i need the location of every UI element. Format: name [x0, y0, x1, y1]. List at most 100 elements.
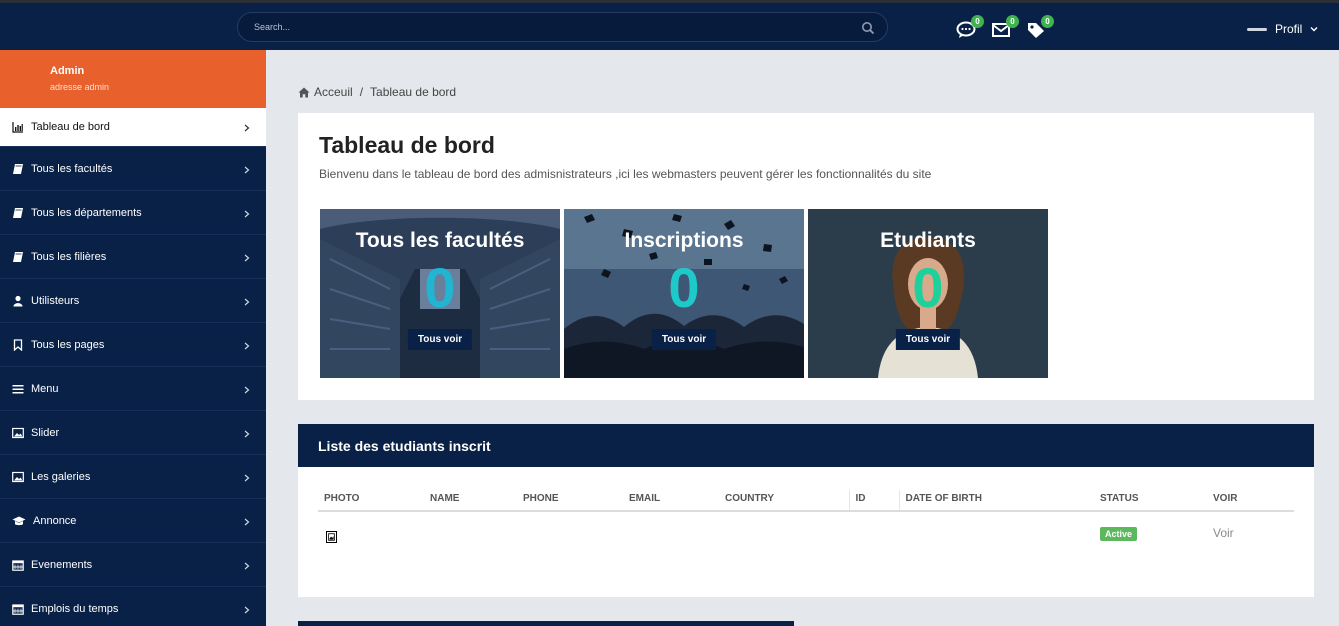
chevron-right-icon [244, 474, 250, 481]
card-title: Tous les facultés [355, 229, 525, 252]
column-header: COUNTRY [719, 490, 850, 512]
chevron-right-icon [244, 562, 250, 569]
photo-cell [318, 511, 424, 543]
column-header: PHOTO [318, 490, 424, 512]
sidebar-item-pages[interactable]: Tous les pages [0, 323, 266, 367]
page-title: Tableau de bord [319, 132, 495, 158]
students-panel: Liste des etudiants inscrit PHOTO NAME P… [298, 424, 1314, 597]
id-cell [849, 511, 899, 541]
card-count: 0 [912, 256, 944, 319]
card-view-all-button[interactable]: Tous voir [407, 329, 473, 350]
sidebar-item-annonce[interactable]: Annonce [0, 499, 266, 543]
messages-button[interactable]: 0 [956, 15, 984, 41]
sidebar-item-label: Evenements [31, 558, 93, 571]
card-view-all-button[interactable]: Tous voir [651, 329, 717, 350]
students-panel-title: Liste des etudiants inscrit [298, 424, 1314, 467]
bar-chart-icon [12, 122, 23, 133]
tags-button[interactable]: 0 [1026, 15, 1054, 41]
country-cell [719, 511, 849, 541]
column-header: STATUS [1094, 490, 1207, 512]
card-title: Inscriptions [624, 229, 744, 252]
profile-menu[interactable]: Profil [1247, 21, 1318, 37]
chevron-right-icon [244, 430, 250, 437]
breadcrumb-home[interactable]: Acceuil [314, 85, 353, 99]
column-header: PHONE [517, 490, 623, 512]
book-icon [13, 207, 23, 218]
card-etudiants: Etudiants 0 Tous voir [808, 209, 1048, 378]
status-cell: Active [1094, 511, 1207, 541]
column-header: VOIR [1207, 490, 1294, 512]
next-panel-header [298, 621, 794, 626]
chevron-right-icon [244, 124, 250, 132]
breadcrumb-current: Tableau de bord [370, 85, 457, 99]
students-table: PHOTO NAME PHONE EMAIL COUNTRY ID DATE O… [318, 490, 1294, 543]
card-view-all-button[interactable]: Tous voir [895, 329, 961, 350]
sidebar-item-utilisateurs[interactable]: Utilisteurs [0, 279, 266, 323]
profile-avatar-placeholder [1247, 27, 1267, 31]
graduation-cap-icon [12, 516, 26, 525]
home-icon [298, 87, 310, 97]
profile-label: Profil [1275, 22, 1303, 36]
page-description: Bienvenu dans le tableau de bord des adm… [319, 167, 932, 181]
sidebar: Admin adresse admin Tableau de bord Tous… [0, 50, 266, 626]
card-title: Etudiants [880, 229, 976, 252]
chevron-right-icon [244, 518, 250, 525]
mail-badge: 0 [1006, 15, 1019, 28]
user-panel: Admin adresse admin [0, 50, 266, 108]
sidebar-item-evenements[interactable]: Evenements [0, 543, 266, 587]
card-facultes: Tous les facultés 0 Tous voir [320, 209, 560, 378]
sidebar-item-label: Tous les filières [31, 250, 107, 263]
sidebar-item-tableau-de-bord[interactable]: Tableau de bord [0, 108, 266, 147]
email-cell [623, 511, 719, 541]
sidebar-item-menu[interactable]: Menu [0, 367, 266, 411]
table-row: Active Voir [318, 511, 1294, 543]
sidebar-item-label: Annonce [33, 514, 77, 527]
search-icon[interactable] [861, 21, 875, 35]
breadcrumb-separator: / [359, 85, 364, 99]
broken-image-icon [326, 531, 337, 543]
mail-button[interactable]: 0 [991, 15, 1019, 41]
search-box [237, 12, 888, 42]
card-count: 0 [424, 256, 456, 319]
chevron-right-icon [244, 210, 250, 217]
name-cell [424, 511, 517, 541]
chevron-right-icon [244, 606, 250, 613]
sidebar-item-facultes[interactable]: Tous les facultés [0, 147, 266, 191]
user-name: Admin [50, 65, 85, 77]
sidebar-item-galeries[interactable]: Les galeries [0, 455, 266, 499]
sidebar-item-label: Slider [31, 426, 60, 439]
phone-cell [517, 511, 623, 541]
messages-badge: 0 [971, 15, 984, 28]
search-input[interactable] [254, 19, 844, 35]
sidebar-item-label: Tous les départements [31, 206, 142, 219]
sidebar-item-label: Tableau de bord [31, 121, 110, 133]
sidebar-item-label: Emplois du temps [31, 602, 119, 615]
voir-link[interactable]: Voir [1207, 511, 1294, 541]
book-icon [13, 163, 23, 174]
calendar-icon [12, 603, 24, 615]
image-icon [12, 427, 24, 438]
sidebar-item-slider[interactable]: Slider [0, 411, 266, 455]
calendar-icon [12, 559, 24, 571]
column-header: EMAIL [623, 490, 719, 512]
chevron-right-icon [244, 342, 250, 349]
sidebar-item-departements[interactable]: Tous les départements [0, 191, 266, 235]
column-header: ID [849, 490, 900, 512]
chevron-right-icon [244, 166, 250, 173]
menu-icon [12, 384, 24, 393]
image-icon [12, 471, 24, 482]
column-header: DATE OF BIRTH [899, 490, 1094, 512]
breadcrumb: Acceuil / Tableau de bord [298, 85, 456, 99]
book-icon [13, 251, 23, 262]
table-header-row: PHOTO NAME PHONE EMAIL COUNTRY ID DATE O… [318, 490, 1294, 512]
sidebar-item-filieres[interactable]: Tous les filières [0, 235, 266, 279]
sidebar-item-label: Tous les pages [31, 338, 105, 351]
user-address: adresse admin [50, 82, 110, 92]
card-count: 0 [668, 256, 700, 319]
card-inscriptions: Inscriptions 0 Tous voir [564, 209, 804, 378]
sidebar-item-emplois-du-temps[interactable]: Emplois du temps [0, 587, 266, 626]
dashboard-panel: Tableau de bord Bienvenu dans le tableau… [298, 113, 1314, 400]
dob-cell [899, 511, 1094, 541]
user-icon [13, 295, 23, 306]
sidebar-item-label: Les galeries [31, 470, 91, 483]
